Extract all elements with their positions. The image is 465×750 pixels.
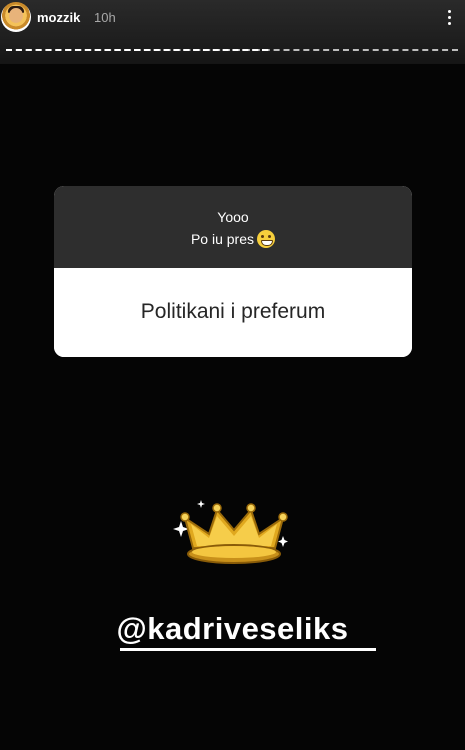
answer-text: Politikani i preferum	[140, 300, 326, 323]
dot	[448, 10, 451, 13]
crown-tip-jewel	[212, 503, 222, 513]
crown-tip-jewel	[278, 512, 288, 522]
crown-tip-jewel	[180, 512, 190, 522]
story-progress-fill	[6, 47, 269, 51]
prompt-line-2-text: Po iu pres	[190, 231, 255, 247]
question-card-prompt: Yooo Po iu pres	[54, 186, 412, 268]
question-card-answer: Politikani i preferum	[54, 268, 412, 357]
post-time: 10h	[94, 10, 116, 25]
crown-tip-jewel	[246, 503, 256, 513]
crown-sticker-icon[interactable]	[173, 496, 295, 570]
sparkle-icon	[278, 536, 288, 547]
crown-band-shine	[192, 546, 276, 558]
avatar-face	[9, 8, 23, 23]
dot	[448, 22, 451, 25]
username[interactable]: mozzik	[37, 10, 80, 25]
prompt-line-2: Po iu pres	[54, 230, 412, 248]
prompt-line-1: Yooo	[217, 209, 249, 225]
question-card: Yooo Po iu pres Politikani i preferum	[54, 186, 412, 357]
mention-sticker[interactable]: @kadriveseliks	[0, 611, 465, 647]
mention-underline	[120, 648, 376, 651]
dot	[448, 16, 451, 19]
story-viewer[interactable]: mozzik 10h Yooo Po iu pres Politikani i …	[0, 0, 465, 750]
sparkle-icon	[197, 500, 205, 508]
more-options-icon[interactable]	[447, 10, 453, 26]
grinning-face-icon	[257, 230, 276, 248]
user-avatar[interactable]	[1, 2, 31, 32]
